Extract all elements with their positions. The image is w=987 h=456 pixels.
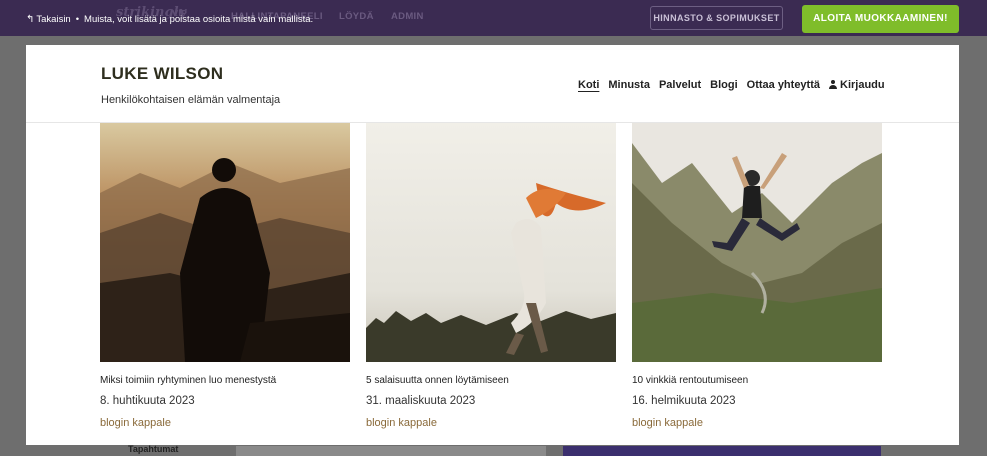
post-thumbnail[interactable]: [366, 123, 616, 362]
nav-item-kirjaudu-label: Kirjaudu: [840, 79, 885, 91]
post-date: 8. huhtikuuta 2023: [100, 395, 195, 407]
blog-post-card[interactable]: 5 salaisuutta onnen löytämiseen 31. maal…: [366, 123, 616, 429]
post-date: 31. maaliskuuta 2023: [366, 395, 476, 407]
back-label: Takaisin: [36, 14, 71, 25]
post-title[interactable]: Miksi toimiin ryhtyminen luo menestystä: [100, 375, 276, 386]
nav-item-palvelut[interactable]: Palvelut: [659, 79, 701, 91]
blog-post-card[interactable]: Miksi toimiin ryhtyminen luo menestystä …: [100, 123, 350, 429]
background-block: [563, 446, 881, 456]
site-title[interactable]: LUKE WILSON: [101, 64, 223, 84]
post-category[interactable]: blogin kappale: [100, 417, 171, 429]
user-icon: [829, 80, 837, 89]
back-link[interactable]: ↰ Takaisin • Muista, voit lisätä ja poistaa…: [26, 14, 313, 25]
nav-item-minusta[interactable]: Minusta: [608, 79, 650, 91]
nav-admin[interactable]: ADMIN: [391, 11, 424, 22]
template-preview: LUKE WILSON Henkilökohtaisen elämän valm…: [26, 45, 959, 445]
post-thumbnail[interactable]: [100, 123, 350, 362]
post-date: 16. helmikuuta 2023: [632, 395, 736, 407]
post-category[interactable]: blogin kappale: [632, 417, 703, 429]
site-nav: Koti Minusta Palvelut Blogi Ottaa yhteyt…: [578, 79, 885, 91]
editor-notice: Muista, voit lisätä ja poistaa osioita m…: [84, 14, 314, 25]
nav-item-kirjaudu[interactable]: Kirjaudu: [829, 79, 885, 91]
background-section-label: Tapahtumat: [128, 444, 179, 454]
post-thumbnail[interactable]: [632, 123, 882, 362]
editor-top-bar: strikingly VIP HALLINTAPANEELI LÖYDÄ ADM…: [0, 0, 987, 36]
post-title[interactable]: 10 vinkkiä rentoutumiseen: [632, 375, 748, 386]
pricing-button[interactable]: HINNASTO & SOPIMUKSET: [650, 6, 783, 30]
nav-item-ottaa-yhteytta[interactable]: Ottaa yhteyttä: [747, 79, 820, 91]
separator-bullet: •: [75, 14, 80, 25]
nav-item-blogi[interactable]: Blogi: [710, 79, 738, 91]
nav-discover[interactable]: LÖYDÄ: [339, 11, 374, 22]
background-block: [236, 446, 546, 456]
post-title[interactable]: 5 salaisuutta onnen löytämiseen: [366, 375, 509, 386]
blog-post-card[interactable]: 10 vinkkiä rentoutumiseen 16. helmikuuta…: [632, 123, 882, 429]
start-editing-button[interactable]: ALOITA MUOKKAAMINEN!: [802, 5, 959, 33]
site-subtitle: Henkilökohtaisen elämän valmentaja: [101, 94, 281, 106]
post-category[interactable]: blogin kappale: [366, 417, 437, 429]
back-arrow-icon: ↰: [26, 14, 35, 25]
nav-item-koti[interactable]: Koti: [578, 79, 599, 91]
